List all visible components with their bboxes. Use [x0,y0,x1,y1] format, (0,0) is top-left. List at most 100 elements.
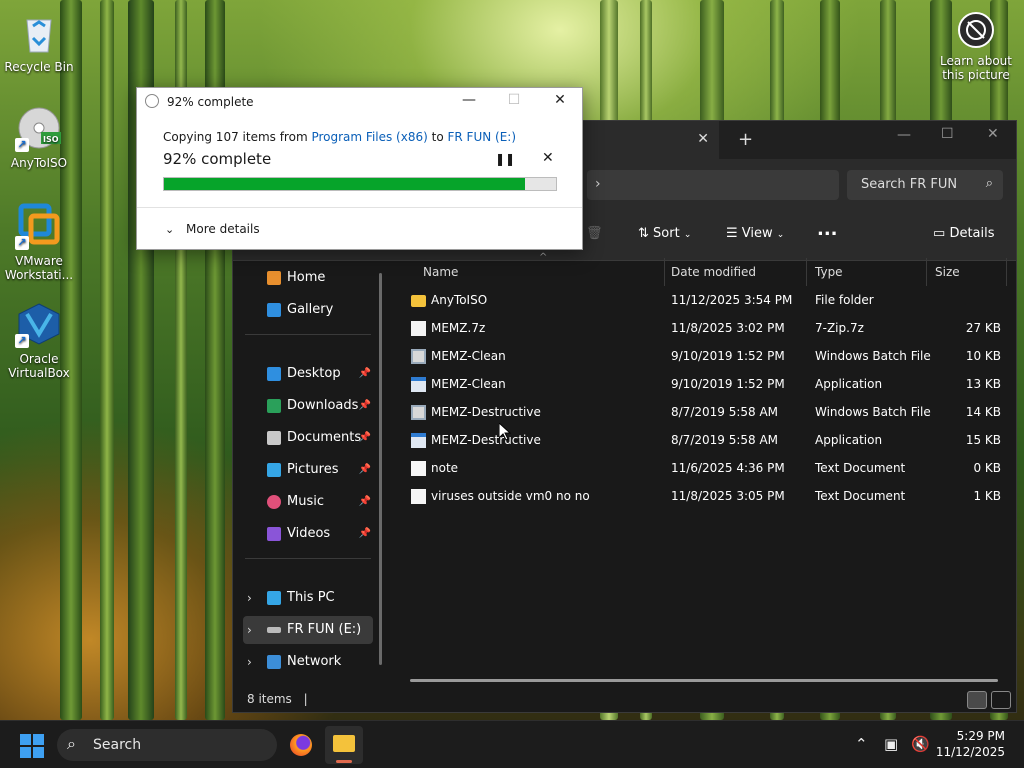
learn-about-picture[interactable]: Learn about this picture [936,10,1016,82]
file-row[interactable]: MEMZ-Destructive 8/7/2019 5:58 AM Windows … [391,398,1011,426]
file-row[interactable]: MEMZ-Clean 9/10/2019 1:52 PM Application 13… [391,370,1011,398]
expand-chevron-icon[interactable]: › [247,648,252,676]
breadcrumb-chevron-icon: › [595,176,601,192]
file-date-modified: 11/8/2025 3:02 PM [671,321,785,335]
desktop-icon-anytoiso[interactable]: ISO ↗ AnyToISO [1,104,77,170]
nav-documents[interactable]: Documents 📌 [243,424,373,452]
nav-downloads[interactable]: Downloads 📌 [243,392,373,420]
desktop-icon-label: VMware Workstati... [4,254,74,282]
system-clock[interactable]: 5:29 PM 11/12/2025 [936,728,1005,760]
file-row[interactable]: AnyToISO 11/12/2025 3:54 PM File folder [391,286,1011,314]
folder-icon [333,735,355,752]
start-button[interactable] [20,734,44,758]
progress-clock-icon [145,94,159,108]
source-link[interactable]: Program Files (x86) [311,130,427,144]
sort-button[interactable]: ⇅ Sort ⌄ [638,226,691,241]
more-details-button[interactable]: ⌄ More details [165,222,260,236]
file-row[interactable]: MEMZ.7z 11/8/2025 3:02 PM 7-Zip.7z 27 KB [391,314,1011,342]
file-date-modified: 11/6/2025 4:36 PM [671,461,785,475]
file-name: AnyToISO [431,293,488,307]
desktop-icon-recycle-bin[interactable]: Recycle Bin [1,8,77,74]
folder-icon [411,295,426,307]
file-date-modified: 11/12/2025 3:54 PM [671,293,793,307]
address-bar[interactable]: › [587,170,839,200]
batch-file-icon [411,349,426,364]
file-name: MEMZ-Clean [431,349,506,363]
file-row[interactable]: MEMZ-Clean 9/10/2019 1:52 PM Windows Batch… [391,342,1011,370]
file-type: File folder [815,293,874,307]
item-count: 8 items [247,692,292,706]
chevron-down-icon: ⌄ [683,230,692,240]
file-size: 1 KB [973,489,1001,503]
file-row[interactable]: note 11/6/2025 4:36 PM Text Document 0 KB [391,454,1011,482]
batch-file-icon [411,405,426,420]
close-button[interactable]: ✕ [550,92,570,108]
desktop-icon-vmware[interactable]: ↗ VMware Workstati... [1,202,77,282]
file-date-modified: 11/8/2025 3:05 PM [671,489,785,503]
tiles-view-icon[interactable] [991,691,1011,709]
file-date-modified: 8/7/2019 5:58 AM [671,405,779,419]
pin-icon: 📌 [358,432,371,443]
expand-chevron-icon[interactable]: › [247,584,252,612]
file-date-modified: 8/7/2019 5:58 AM [671,433,779,447]
vmware-icon: ↗ [15,202,63,250]
file-explorer-taskbar-button[interactable] [325,726,363,764]
taskbar-search[interactable]: ⌕ Search [57,729,277,761]
clock-time: 5:29 PM [956,729,1005,743]
column-date-modified[interactable]: Date modified [663,258,807,286]
nav-gallery[interactable]: Gallery [243,296,373,324]
column-name[interactable]: Name [415,258,665,286]
file-row[interactable]: viruses outside vm0 no no 11/8/2025 3:05 … [391,482,1011,510]
sort-icon: ⇅ [638,226,649,241]
maximize-button[interactable]: ☐ [504,92,524,108]
cancel-copy-button[interactable]: ✕ [542,150,554,166]
desktop-icon-virtualbox[interactable]: ↗ Oracle VirtualBox [1,300,77,380]
column-size[interactable]: Size [927,258,1007,286]
horizontal-scrollbar[interactable] [410,679,998,682]
chevron-down-icon: ⌄ [165,223,175,236]
firefox-taskbar-button[interactable] [282,726,320,764]
mouse-cursor [498,421,512,444]
minimize-button[interactable]: — [459,92,479,108]
expand-chevron-icon[interactable]: › [247,616,252,644]
nav-pictures[interactable]: Pictures 📌 [243,456,373,484]
show-hidden-icons-button[interactable]: ⌃ [855,735,868,753]
nav-network[interactable]: › Network [243,648,373,676]
pause-button[interactable]: ❚❚ [495,152,515,166]
display-icon[interactable]: ▣ [884,735,898,753]
file-row[interactable]: MEMZ-Destructive 8/7/2019 5:58 AM Applicat… [391,426,1011,454]
file-type: Windows Batch File [815,405,931,419]
close-button[interactable]: ✕ [987,126,999,142]
shortcut-arrow-icon: ↗ [15,138,29,152]
nav-fr-fun-drive[interactable]: › FR FUN (E:) [243,616,373,644]
close-tab-icon[interactable]: ✕ [697,131,709,147]
destination-link[interactable]: FR FUN (E:) [448,130,517,144]
explorer-tab[interactable]: ✕ [579,121,719,159]
file-name: MEMZ.7z [431,321,486,335]
more-options-button[interactable]: ... [817,219,838,240]
copy-progress-dialog: 92% complete — ☐ ✕ Copying 107 items fro… [136,87,583,250]
this-pc-icon [267,591,281,605]
volume-muted-icon[interactable]: 🔇 [911,735,930,753]
nav-videos[interactable]: Videos 📌 [243,520,373,548]
new-tab-button[interactable]: + [738,129,753,150]
file-type: Text Document [815,461,906,475]
column-type[interactable]: Type [807,258,927,286]
documents-folder-icon [267,431,281,445]
nav-this-pc[interactable]: › This PC [243,584,373,612]
maximize-button[interactable]: ☐ [941,126,954,142]
nav-desktop[interactable]: Desktop 📌 [243,360,373,388]
details-pane-button[interactable]: ▭ Details [933,226,995,241]
nav-scrollbar[interactable] [379,273,382,665]
delete-icon[interactable]: 🗑 [586,226,603,241]
search-box[interactable]: Search FR FUN ⌕ [847,170,1003,200]
pin-icon: 📌 [358,528,371,539]
details-view-icon[interactable] [967,691,987,709]
pin-icon: 📌 [358,496,371,507]
nav-music[interactable]: Music 📌 [243,488,373,516]
active-indicator [336,760,352,763]
view-button[interactable]: ☰ View ⌄ [726,226,784,241]
dialog-divider [137,207,582,208]
minimize-button[interactable]: — [897,127,911,143]
nav-home[interactable]: Home [243,264,373,292]
